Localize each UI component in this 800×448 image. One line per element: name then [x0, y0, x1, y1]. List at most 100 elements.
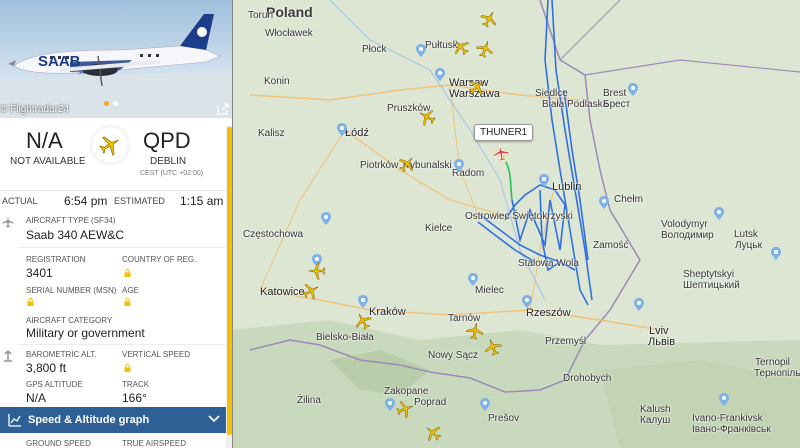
scrollbar-thumb[interactable]	[227, 127, 232, 435]
airport-pin-icon[interactable]	[435, 68, 445, 81]
gps-value: N/A	[26, 391, 47, 405]
aircraft-type-label: AIRCRAFT TYPE (SF34)	[26, 216, 116, 225]
city-label: Chełm	[614, 194, 643, 205]
origin-code: N/A	[26, 128, 63, 153]
city-label: Шептицький	[683, 280, 740, 291]
plane-icon	[99, 136, 119, 156]
city-label: Biała Podlaska	[542, 99, 609, 110]
city-label: Kielce	[425, 223, 453, 234]
city-label: Львів	[648, 336, 676, 348]
airport-pin-icon[interactable]	[480, 398, 490, 411]
airport-pin-icon[interactable]	[321, 212, 331, 225]
true-airspeed-label: TRUE AIRSPEED	[122, 439, 187, 448]
airport-pin-icon[interactable]	[522, 295, 532, 308]
city-label: Брест	[603, 99, 631, 110]
city-label: Тернопіль	[754, 368, 800, 379]
city-label: Drohobych	[563, 373, 612, 384]
app: Poland Toruń Włocławek Płock Pułtusk Konin Pr…	[0, 0, 800, 448]
airport-pin-icon[interactable]	[634, 298, 644, 311]
track-value: 166°	[122, 391, 147, 405]
city-label: Nowy Sącz	[428, 350, 479, 361]
city-label: Prešov	[488, 413, 520, 424]
city-label: Луцьк	[735, 240, 762, 251]
city-label: Zamość	[593, 240, 629, 251]
times-row: ACTUAL 6:54 pm ESTIMATED 1:15 am	[0, 190, 232, 212]
lock-icon	[27, 298, 34, 306]
airport-pin-icon[interactable]	[599, 196, 609, 209]
city-label: Częstochowa	[243, 229, 304, 240]
city-label: Kalush	[640, 404, 671, 415]
city-label: Siedlce	[535, 88, 568, 99]
destination-timezone: CEST (UTC +02:00)	[140, 170, 204, 177]
city-label: Włocławek	[265, 28, 313, 39]
city-label: Konin	[264, 76, 290, 87]
airport-pin-icon[interactable]	[416, 44, 426, 57]
photo-pager[interactable]	[104, 101, 118, 106]
category-label: AIRCRAFT CATEGORY	[26, 316, 113, 325]
actual-label: ACTUAL	[2, 196, 38, 206]
aircraft-icon[interactable]	[308, 262, 326, 280]
city-label: Brest	[603, 88, 627, 99]
airport-pin-icon[interactable]	[468, 273, 478, 286]
photo-dot-active[interactable]	[104, 101, 109, 106]
age-label: AGE	[122, 286, 139, 295]
airport-pin-icon[interactable]	[771, 247, 781, 260]
city-label: Kalisz	[258, 128, 285, 139]
actual-time: 6:54 pm	[64, 194, 108, 208]
graph-button-label: Speed & Altitude graph	[28, 414, 150, 426]
city-label: Lutsk	[734, 229, 758, 240]
city-label: Калуш	[640, 415, 671, 426]
estimated-time: 1:15 am	[180, 194, 224, 208]
city-label: Ivano-Frankivsk	[692, 413, 763, 424]
chevron-down-icon	[208, 415, 220, 423]
divider	[18, 247, 228, 248]
city-label: Łódź	[345, 127, 369, 139]
lock-icon	[124, 269, 131, 277]
origin-name: NOT AVAILABLE	[10, 156, 86, 167]
city-label: Володимир	[661, 230, 714, 241]
vspeed-label: VERTICAL SPEED	[122, 350, 191, 359]
city-label: Katowice	[260, 286, 305, 298]
city-label: Stalowa Wola	[518, 258, 579, 269]
airport-pin-icon[interactable]	[454, 159, 464, 172]
baro-value: 3,800 ft	[26, 361, 67, 375]
city-label: Ostrowiec Świętokrzyski	[465, 211, 573, 222]
city-label: Poprad	[414, 397, 447, 408]
destination-name: DEBLIN	[150, 156, 187, 167]
estimated-label: ESTIMATED	[114, 196, 165, 206]
city-label: Rzeszów	[526, 307, 571, 319]
serial-label: SERIAL NUMBER (MSN)	[26, 286, 117, 295]
city-label: Ternopil	[755, 357, 791, 368]
aircraft-photo[interactable]: SAAB 340 © Flightradar24	[0, 0, 232, 118]
airport-pin-icon[interactable]	[719, 393, 729, 406]
aircraft-callout[interactable]: THUNER1	[474, 124, 534, 141]
city-label: Sheptytskyi	[683, 269, 735, 280]
aircraft-icon[interactable]	[465, 321, 486, 342]
city-label: Volodymyr	[661, 219, 708, 230]
destination-code: QPD	[143, 128, 191, 153]
city-label: Żilina	[297, 395, 321, 406]
speed-altitude-graph-button[interactable]: Speed & Altitude graph	[0, 407, 226, 433]
city-label: Kraków	[369, 306, 406, 318]
city-label: Zakopane	[384, 386, 429, 397]
category-value: Military or government	[26, 326, 145, 340]
photo-dot[interactable]	[113, 101, 118, 106]
aircraft-type-value: Saab 340 AEW&C	[26, 228, 125, 242]
airport-pin-icon[interactable]	[337, 123, 347, 136]
graph-icon	[8, 414, 21, 427]
airport-pin-icon[interactable]	[628, 83, 638, 96]
ground-speed-label: GROUND SPEED	[26, 439, 91, 448]
airport-pin-icon[interactable]	[539, 174, 549, 187]
flight-info-panel: SAAB 340 © Flightradar24 N/A NOT AVAILAB…	[0, 0, 233, 448]
photo-credit: © Flightradar24	[0, 104, 70, 115]
airport-pin-icon[interactable]	[358, 295, 368, 308]
panel-scrollbar[interactable]	[226, 125, 232, 448]
selected-aircraft-icon[interactable]	[491, 143, 512, 164]
city-label: Lublin	[552, 181, 582, 193]
city-label: Toruń	[248, 10, 274, 21]
airport-pin-icon[interactable]	[714, 207, 724, 220]
external-link-icon[interactable]	[217, 103, 229, 115]
aircraft-type-icon	[2, 216, 14, 228]
lock-icon	[124, 364, 131, 372]
city-label: Івано-Франківськ	[692, 424, 771, 435]
